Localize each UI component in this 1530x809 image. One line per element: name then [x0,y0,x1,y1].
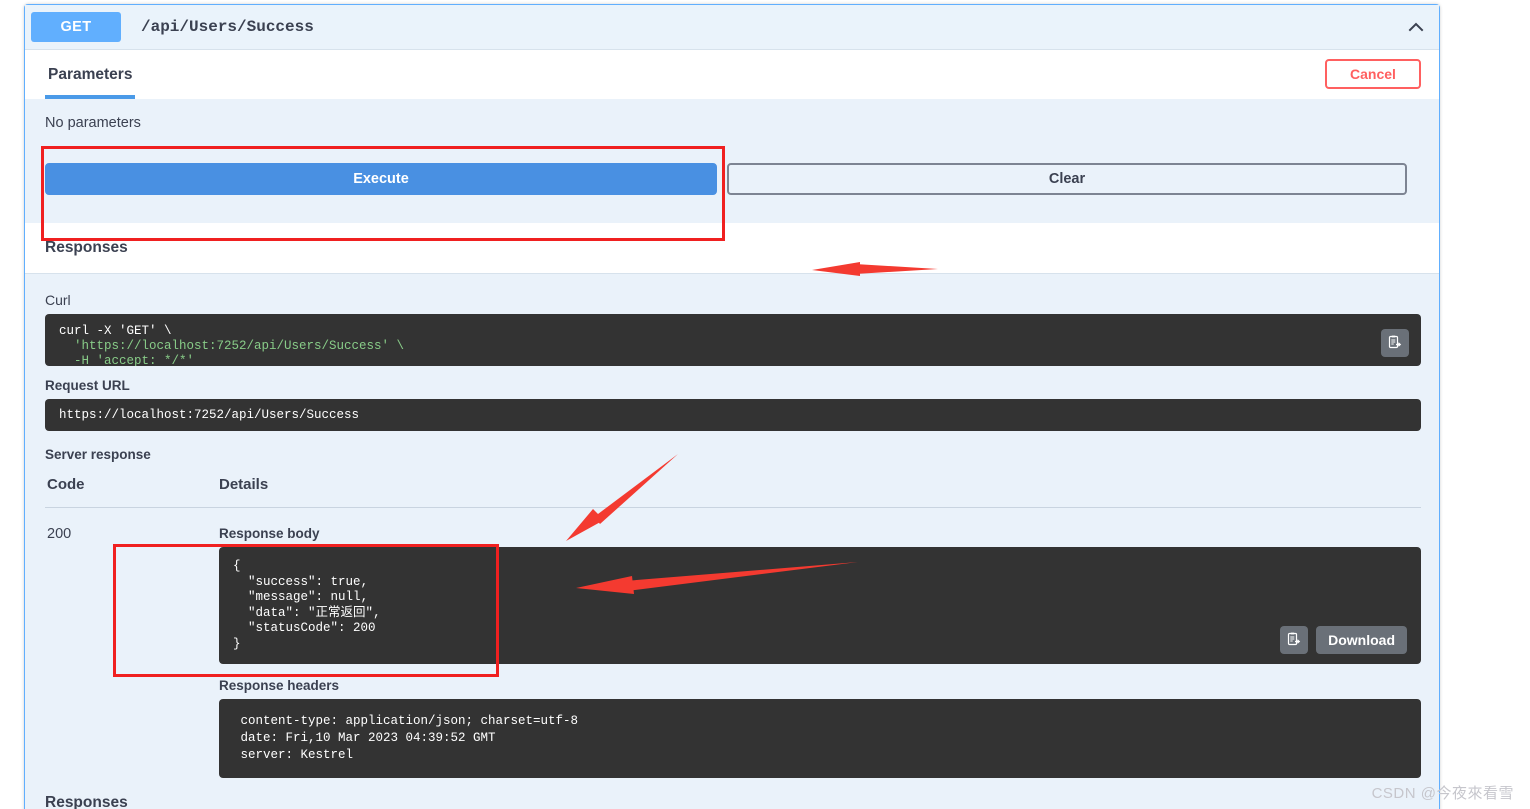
chevron-up-icon [1406,17,1426,37]
json-line-6: } [233,636,241,651]
header-line-3: server: Kestrel [233,748,361,762]
execute-clear-row: Execute Clear [45,141,1421,223]
server-response-table: Code Details 200 Response body { "succes… [45,476,1421,778]
collapse-toggle-button[interactable] [1401,12,1431,42]
operation-body: Parameters Cancel No parameters Execute … [25,49,1439,809]
request-url-block: https://localhost:7252/api/Users/Success [45,399,1421,431]
operation-block: GET /api/Users/Success Parameters Cancel [24,4,1440,809]
tab-parameters[interactable]: Parameters [45,50,136,99]
parameters-pane: No parameters Execute Clear [25,99,1439,223]
copy-response-icon[interactable] [1280,626,1309,654]
header-line-2: date: Fri,10 Mar 2023 04:39:52 GMT [233,731,504,745]
cancel-button[interactable]: Cancel [1325,59,1421,89]
tab-parameters-label: Parameters [48,65,133,83]
table-header-row: Code Details [45,476,1421,508]
curl-line-2: 'https://localhost:7252/api/Users/Succes… [59,339,405,353]
response-headers-block: content-type: application/json; charset=… [219,699,1421,778]
response-code-value: 200 [47,526,72,542]
json-line-1: { [233,559,241,573]
request-url-value: https://localhost:7252/api/Users/Success [59,407,360,422]
response-body-label: Response body [219,526,320,541]
curl-line-1: curl -X 'GET' \ [59,324,172,338]
column-header-code: Code [45,476,133,508]
http-method-badge: GET [31,12,121,42]
operation-path: /api/Users/Success [141,18,314,36]
response-body-block: { "success": true, "message": null, "dat… [219,547,1421,664]
json-line-5: "statusCode": 200 [248,621,376,635]
request-url-label: Request URL [45,378,130,393]
response-body-actions: Download [1280,626,1407,654]
no-parameters-text: No parameters [45,115,141,131]
json-line-2: "success": true, [248,574,369,589]
curl-label: Curl [45,292,71,308]
tabs-row: Parameters Cancel [25,50,1439,99]
execute-button[interactable]: Execute [45,163,717,195]
response-details-cell: Response body { "success": true, "messag… [133,508,1421,778]
server-response-label: Server response [45,447,151,462]
copy-curl-icon[interactable] [1381,329,1409,357]
responses-footer-title: Responses [45,778,1421,809]
operation-summary-bar[interactable]: GET /api/Users/Success [25,5,1439,49]
watermark: CSDN @今夜來看雪 [1371,785,1514,802]
responses-section-body: Curl curl -X 'GET' \ 'https://localhost:… [25,274,1439,809]
responses-section-title: Responses [25,223,1439,274]
swagger-ui-screen: GET /api/Users/Success Parameters Cancel [0,0,1530,809]
header-line-1: content-type: application/json; charset=… [233,714,586,728]
curl-line-3: -H 'accept: */*' [59,354,195,366]
curl-code-block: curl -X 'GET' \ 'https://localhost:7252/… [45,314,1421,366]
json-line-4: "data": "正常返回", [248,605,381,620]
response-headers-label: Response headers [219,678,340,693]
table-row: 200 Response body { "success": true, "me… [45,508,1421,778]
clear-button[interactable]: Clear [727,163,1407,195]
download-button[interactable]: Download [1316,626,1407,654]
column-header-details: Details [133,476,1421,508]
json-line-3: "message": null, [248,590,369,604]
